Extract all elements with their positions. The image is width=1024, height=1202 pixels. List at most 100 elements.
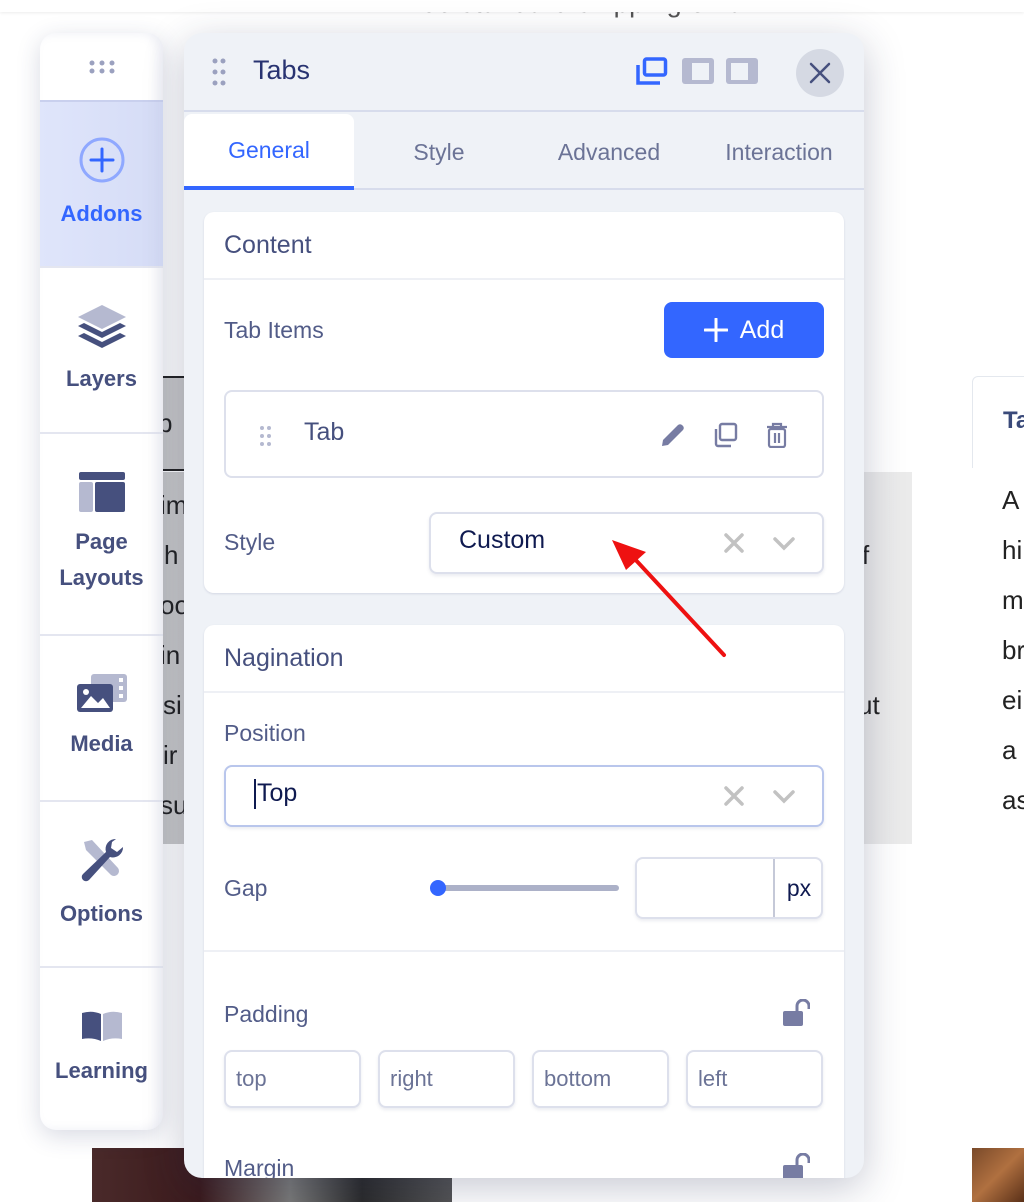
- padding-top-input[interactable]: [224, 1050, 361, 1108]
- section-title: Nagination: [204, 625, 844, 693]
- edit-button[interactable]: [658, 420, 688, 450]
- sidebar-item-label: Addons: [60, 201, 143, 226]
- background-text: A: [1002, 485, 1020, 515]
- tabs-settings-panel: Tabs General Style Advanced Interaction …: [184, 33, 864, 1178]
- style-label: Style: [224, 529, 276, 555]
- padding-bottom-field[interactable]: [534, 1052, 667, 1106]
- sidebar-item-label: Media: [70, 731, 133, 756]
- padding-left-field[interactable]: [688, 1052, 821, 1106]
- floating-window-icon[interactable]: [636, 57, 668, 85]
- duplicate-button[interactable]: [710, 420, 740, 450]
- gap-slider-thumb[interactable]: [430, 880, 446, 896]
- sidebar-item-addons[interactable]: Addons: [40, 100, 163, 266]
- background-photo: [972, 1148, 1024, 1202]
- panel-tabs: General Style Advanced Interaction: [184, 114, 864, 190]
- tab-item-row[interactable]: Tab: [224, 390, 824, 478]
- gap-label: Gap: [224, 875, 268, 901]
- text-caret: [254, 779, 256, 810]
- screen: Free standard shipping on all b im h oo …: [0, 0, 1024, 1202]
- style-select-value: Custom: [459, 526, 546, 554]
- background-text: in: [160, 640, 181, 670]
- background-text: m: [1002, 585, 1024, 615]
- content-section: Content Tab Items Add Tab Style Custom: [204, 212, 844, 593]
- sidebar-item-page-layouts[interactable]: Page Layouts: [40, 432, 163, 634]
- close-icon: [809, 62, 831, 84]
- sidebar-rail: Addons Layers Page Layouts Media Options…: [40, 33, 163, 1130]
- padding-right-field[interactable]: [380, 1052, 513, 1106]
- background-text: as: [1002, 785, 1024, 815]
- padding-label: Padding: [224, 1001, 309, 1027]
- book-icon: [81, 1011, 122, 1041]
- clear-icon[interactable]: [721, 530, 747, 556]
- tab-style[interactable]: Style: [354, 114, 524, 190]
- style-select[interactable]: Custom: [429, 512, 824, 574]
- margin-label: Margin: [224, 1155, 295, 1178]
- dock-left-icon[interactable]: [682, 57, 714, 85]
- sidebar-item-label: Options: [59, 901, 144, 926]
- unlock-icon[interactable]: [782, 999, 810, 1027]
- add-tab-item-button[interactable]: Add: [664, 302, 824, 358]
- delete-button[interactable]: [762, 420, 792, 450]
- sidebar-item-label: Layers: [66, 366, 137, 391]
- media-icon: [76, 674, 127, 712]
- tab-item-name: Tab: [304, 418, 345, 446]
- tab-interaction[interactable]: Interaction: [694, 114, 864, 190]
- clear-icon[interactable]: [721, 783, 747, 809]
- padding-right-input[interactable]: [378, 1050, 515, 1108]
- close-button[interactable]: [796, 49, 844, 97]
- sidebar-item-learning[interactable]: Learning: [40, 966, 163, 1130]
- background-text: a: [1002, 735, 1017, 765]
- page-top-bar: [0, 0, 1024, 12]
- position-select[interactable]: Top: [224, 765, 824, 827]
- layers-icon: [77, 305, 126, 348]
- padding-top-field[interactable]: [226, 1052, 359, 1106]
- sidebar-item-label: Page Layouts: [59, 524, 143, 596]
- gap-input-group: px: [635, 857, 823, 919]
- tab-advanced[interactable]: Advanced: [524, 114, 694, 190]
- position-select-value: Top: [254, 779, 298, 810]
- sidebar-item-label: Learning: [55, 1058, 148, 1083]
- gap-unit[interactable]: px: [773, 859, 823, 917]
- sidebar-item-options[interactable]: Options: [40, 800, 163, 966]
- trash-icon: [767, 422, 787, 448]
- nagination-section: Nagination Position Top Gap px Padding t…: [204, 625, 844, 1178]
- background-text: ei: [1002, 685, 1023, 715]
- page-layout-icon: [78, 472, 125, 512]
- sidebar-item-media[interactable]: Media: [40, 634, 163, 800]
- background-text: ir: [163, 740, 178, 770]
- position-label: Position: [224, 720, 306, 746]
- plus-circle-icon: [79, 137, 124, 183]
- plus-icon: [703, 318, 728, 342]
- label-line: Layouts: [59, 565, 144, 590]
- padding-left-input[interactable]: [686, 1050, 823, 1108]
- dock-right-icon[interactable]: [726, 57, 758, 85]
- padding-bottom-input[interactable]: [532, 1050, 669, 1108]
- add-button-label: Add: [739, 315, 785, 344]
- tools-icon: [81, 838, 123, 882]
- unlock-icon[interactable]: [782, 1153, 810, 1178]
- tab-items-label: Tab Items: [224, 317, 324, 343]
- copy-icon: [714, 422, 738, 448]
- rail-drag-handle[interactable]: [40, 33, 163, 100]
- background-text: h: [164, 540, 179, 570]
- panel-header[interactable]: Tabs: [184, 33, 864, 112]
- background-right-tab-label: Ta: [1003, 407, 1024, 434]
- pencil-icon: [662, 424, 684, 446]
- background-text: br: [1002, 635, 1024, 665]
- gap-slider[interactable]: [430, 880, 619, 896]
- drag-dots-icon: [89, 60, 114, 73]
- position-value-text: Top: [257, 779, 298, 807]
- tab-general[interactable]: General: [184, 114, 354, 190]
- panel-title: Tabs: [253, 55, 311, 85]
- drag-handle-icon[interactable]: [260, 426, 272, 446]
- chevron-down-icon[interactable]: [771, 530, 797, 556]
- sidebar-item-layers[interactable]: Layers: [40, 266, 163, 432]
- drag-handle-icon[interactable]: [212, 58, 226, 86]
- background-text: hi: [1002, 535, 1023, 565]
- divider: [204, 950, 844, 952]
- gap-input[interactable]: [637, 859, 773, 917]
- background-text: si: [163, 690, 182, 720]
- chevron-down-icon[interactable]: [771, 783, 797, 809]
- label-line: Page: [75, 529, 128, 554]
- background-right-tab[interactable]: Ta: [972, 376, 1024, 468]
